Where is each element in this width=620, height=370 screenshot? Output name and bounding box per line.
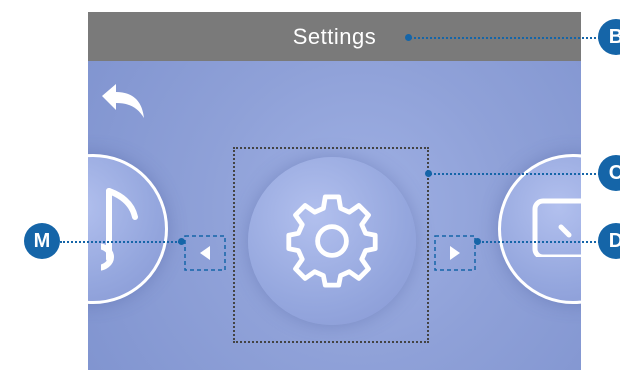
callout-m-anchor (178, 238, 185, 245)
callout-b-leader (410, 37, 600, 39)
back-arrow-icon (102, 84, 144, 118)
left-triangle-icon (184, 235, 226, 271)
device-screen: Settings (88, 12, 581, 370)
music-menu-item[interactable] (88, 154, 168, 304)
partial-square-icon (532, 198, 581, 257)
callout-m: M (24, 223, 60, 259)
previous-button[interactable] (184, 235, 226, 271)
music-note-icon (101, 188, 138, 271)
callout-d: D (598, 223, 620, 259)
right-triangle-icon (434, 235, 476, 271)
callout-m-leader (60, 241, 180, 243)
next-menu-item[interactable] (498, 154, 581, 304)
back-button[interactable] (98, 82, 148, 122)
callout-c-leader (430, 173, 600, 175)
callout-c: C (598, 155, 620, 191)
selection-frame (233, 147, 429, 343)
next-button[interactable] (434, 235, 476, 271)
callout-b: B (598, 19, 620, 55)
page-title: Settings (292, 23, 377, 49)
callout-d-leader (478, 241, 600, 243)
